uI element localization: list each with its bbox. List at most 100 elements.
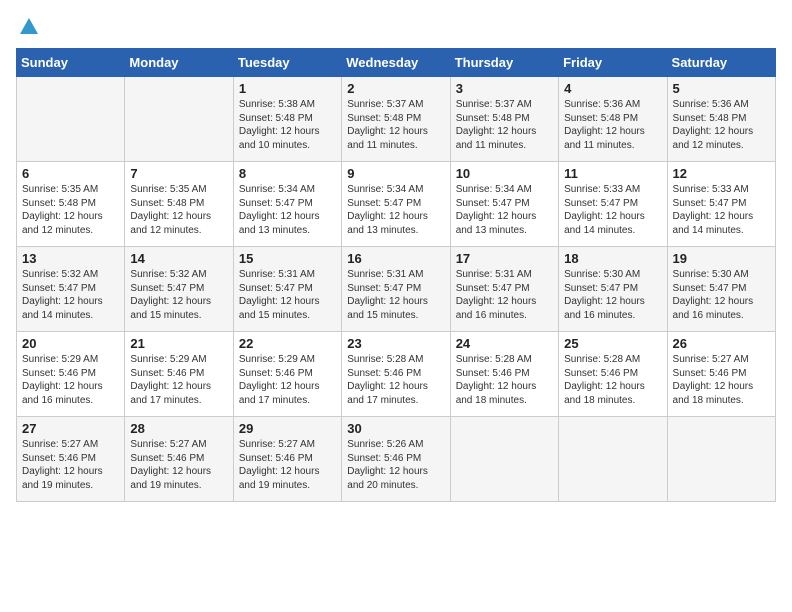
calendar-cell: 9 Sunrise: 5:34 AM Sunset: 5:47 PM Daylig…: [342, 162, 450, 247]
day-info: Sunrise: 5:31 AM Sunset: 5:47 PM Dayligh…: [239, 268, 336, 322]
day-number: 29: [239, 421, 336, 436]
calendar-cell: 14 Sunrise: 5:32 AM Sunset: 5:47 PM Dayli…: [125, 247, 233, 332]
calendar-cell: 18Sunrise: 5:30 AM Sunset: 5:47 PM Dayli…: [559, 247, 667, 332]
day-info: Sunrise: 5:29 AM Sunset: 5:46 PM Dayligh…: [130, 353, 227, 407]
calendar-header-tuesday: Tuesday: [233, 49, 341, 77]
calendar-cell: 26Sunrise: 5:27 AM Sunset: 5:46 PM Dayli…: [667, 332, 775, 417]
calendar-week-4: 20 Sunrise: 5:29 AM Sunset: 5:46 PM Dayli…: [17, 332, 776, 417]
day-number: 16: [347, 251, 444, 266]
day-number: 3: [456, 81, 553, 96]
day-info: Sunrise: 5:33 AM Sunset: 5:47 PM Dayligh…: [673, 183, 770, 237]
calendar-cell: 29 Sunrise: 5:27 AM Sunset: 5:46 PM Dayli…: [233, 417, 341, 502]
calendar-cell: 3Sunrise: 5:37 AM Sunset: 5:48 PM Daylig…: [450, 77, 558, 162]
logo-icon: [18, 16, 40, 38]
calendar-header-wednesday: Wednesday: [342, 49, 450, 77]
day-info: Sunrise: 5:28 AM Sunset: 5:46 PM Dayligh…: [564, 353, 661, 407]
day-info: Sunrise: 5:30 AM Sunset: 5:47 PM Dayligh…: [673, 268, 770, 322]
calendar-cell: [667, 417, 775, 502]
day-info: Sunrise: 5:35 AM Sunset: 5:48 PM Dayligh…: [130, 183, 227, 237]
calendar-cell: 4Sunrise: 5:36 AM Sunset: 5:48 PM Daylig…: [559, 77, 667, 162]
day-info: Sunrise: 5:29 AM Sunset: 5:46 PM Dayligh…: [22, 353, 119, 407]
day-number: 28: [130, 421, 227, 436]
day-info: Sunrise: 5:27 AM Sunset: 5:46 PM Dayligh…: [239, 438, 336, 492]
day-info: Sunrise: 5:37 AM Sunset: 5:48 PM Dayligh…: [347, 98, 444, 152]
day-number: 13: [22, 251, 119, 266]
calendar-week-3: 13 Sunrise: 5:32 AM Sunset: 5:47 PM Dayli…: [17, 247, 776, 332]
day-info: Sunrise: 5:27 AM Sunset: 5:46 PM Dayligh…: [130, 438, 227, 492]
calendar-header-friday: Friday: [559, 49, 667, 77]
calendar-header-saturday: Saturday: [667, 49, 775, 77]
day-number: 9: [347, 166, 444, 181]
calendar-week-2: 6 Sunrise: 5:35 AM Sunset: 5:48 PM Daylig…: [17, 162, 776, 247]
calendar-cell: 19 Sunrise: 5:30 AM Sunset: 5:47 PM Dayli…: [667, 247, 775, 332]
calendar-cell: 5 Sunrise: 5:36 AM Sunset: 5:48 PM Daylig…: [667, 77, 775, 162]
day-number: 8: [239, 166, 336, 181]
day-number: 25: [564, 336, 661, 351]
day-info: Sunrise: 5:31 AM Sunset: 5:47 PM Dayligh…: [456, 268, 553, 322]
calendar-cell: 21 Sunrise: 5:29 AM Sunset: 5:46 PM Dayli…: [125, 332, 233, 417]
day-number: 7: [130, 166, 227, 181]
day-info: Sunrise: 5:28 AM Sunset: 5:46 PM Dayligh…: [456, 353, 553, 407]
day-info: Sunrise: 5:33 AM Sunset: 5:47 PM Dayligh…: [564, 183, 661, 237]
calendar-cell: 22Sunrise: 5:29 AM Sunset: 5:46 PM Dayli…: [233, 332, 341, 417]
day-number: 27: [22, 421, 119, 436]
day-number: 30: [347, 421, 444, 436]
calendar-cell: 23 Sunrise: 5:28 AM Sunset: 5:46 PM Dayli…: [342, 332, 450, 417]
calendar-cell: 20 Sunrise: 5:29 AM Sunset: 5:46 PM Dayli…: [17, 332, 125, 417]
calendar-body: 1Sunrise: 5:38 AM Sunset: 5:48 PM Daylig…: [17, 77, 776, 502]
calendar-cell: 12 Sunrise: 5:33 AM Sunset: 5:47 PM Dayli…: [667, 162, 775, 247]
day-number: 4: [564, 81, 661, 96]
day-info: Sunrise: 5:32 AM Sunset: 5:47 PM Dayligh…: [130, 268, 227, 322]
calendar-header-monday: Monday: [125, 49, 233, 77]
day-info: Sunrise: 5:34 AM Sunset: 5:47 PM Dayligh…: [239, 183, 336, 237]
calendar-cell: 7 Sunrise: 5:35 AM Sunset: 5:48 PM Daylig…: [125, 162, 233, 247]
calendar-table: SundayMondayTuesdayWednesdayThursdayFrid…: [16, 48, 776, 502]
calendar-header-sunday: Sunday: [17, 49, 125, 77]
day-number: 12: [673, 166, 770, 181]
day-info: Sunrise: 5:36 AM Sunset: 5:48 PM Dayligh…: [673, 98, 770, 152]
calendar-header-thursday: Thursday: [450, 49, 558, 77]
calendar-week-5: 27 Sunrise: 5:27 AM Sunset: 5:46 PM Dayli…: [17, 417, 776, 502]
day-info: Sunrise: 5:26 AM Sunset: 5:46 PM Dayligh…: [347, 438, 444, 492]
day-number: 20: [22, 336, 119, 351]
day-number: 11: [564, 166, 661, 181]
calendar-cell: 27 Sunrise: 5:27 AM Sunset: 5:46 PM Dayli…: [17, 417, 125, 502]
calendar-cell: 25 Sunrise: 5:28 AM Sunset: 5:46 PM Dayli…: [559, 332, 667, 417]
day-number: 19: [673, 251, 770, 266]
day-info: Sunrise: 5:31 AM Sunset: 5:47 PM Dayligh…: [347, 268, 444, 322]
day-number: 6: [22, 166, 119, 181]
logo: [16, 16, 40, 40]
calendar-cell: 15 Sunrise: 5:31 AM Sunset: 5:47 PM Dayli…: [233, 247, 341, 332]
day-number: 10: [456, 166, 553, 181]
calendar-week-1: 1Sunrise: 5:38 AM Sunset: 5:48 PM Daylig…: [17, 77, 776, 162]
calendar-cell: 6 Sunrise: 5:35 AM Sunset: 5:48 PM Daylig…: [17, 162, 125, 247]
calendar-cell: 28 Sunrise: 5:27 AM Sunset: 5:46 PM Dayli…: [125, 417, 233, 502]
calendar-cell: 16 Sunrise: 5:31 AM Sunset: 5:47 PM Dayli…: [342, 247, 450, 332]
day-number: 22: [239, 336, 336, 351]
calendar-cell: [125, 77, 233, 162]
day-info: Sunrise: 5:27 AM Sunset: 5:46 PM Dayligh…: [22, 438, 119, 492]
calendar-cell: 11 Sunrise: 5:33 AM Sunset: 5:47 PM Dayli…: [559, 162, 667, 247]
calendar-cell: 8 Sunrise: 5:34 AM Sunset: 5:47 PM Daylig…: [233, 162, 341, 247]
day-info: Sunrise: 5:34 AM Sunset: 5:47 PM Dayligh…: [347, 183, 444, 237]
day-number: 14: [130, 251, 227, 266]
day-number: 21: [130, 336, 227, 351]
day-info: Sunrise: 5:30 AM Sunset: 5:47 PM Dayligh…: [564, 268, 661, 322]
calendar-cell: 1Sunrise: 5:38 AM Sunset: 5:48 PM Daylig…: [233, 77, 341, 162]
day-number: 15: [239, 251, 336, 266]
page-header: [16, 16, 776, 40]
day-info: Sunrise: 5:28 AM Sunset: 5:46 PM Dayligh…: [347, 353, 444, 407]
day-info: Sunrise: 5:35 AM Sunset: 5:48 PM Dayligh…: [22, 183, 119, 237]
day-number: 17: [456, 251, 553, 266]
day-number: 24: [456, 336, 553, 351]
calendar-cell: 13Sunrise: 5:32 AM Sunset: 5:47 PM Dayli…: [17, 247, 125, 332]
day-number: 5: [673, 81, 770, 96]
day-info: Sunrise: 5:34 AM Sunset: 5:47 PM Dayligh…: [456, 183, 553, 237]
calendar-cell: 24 Sunrise: 5:28 AM Sunset: 5:46 PM Dayli…: [450, 332, 558, 417]
day-info: Sunrise: 5:38 AM Sunset: 5:48 PM Dayligh…: [239, 98, 336, 152]
day-number: 23: [347, 336, 444, 351]
calendar-header-row: SundayMondayTuesdayWednesdayThursdayFrid…: [17, 49, 776, 77]
calendar-cell: 2Sunrise: 5:37 AM Sunset: 5:48 PM Daylig…: [342, 77, 450, 162]
calendar-cell: 17 Sunrise: 5:31 AM Sunset: 5:47 PM Dayli…: [450, 247, 558, 332]
calendar-cell: 30 Sunrise: 5:26 AM Sunset: 5:46 PM Dayli…: [342, 417, 450, 502]
